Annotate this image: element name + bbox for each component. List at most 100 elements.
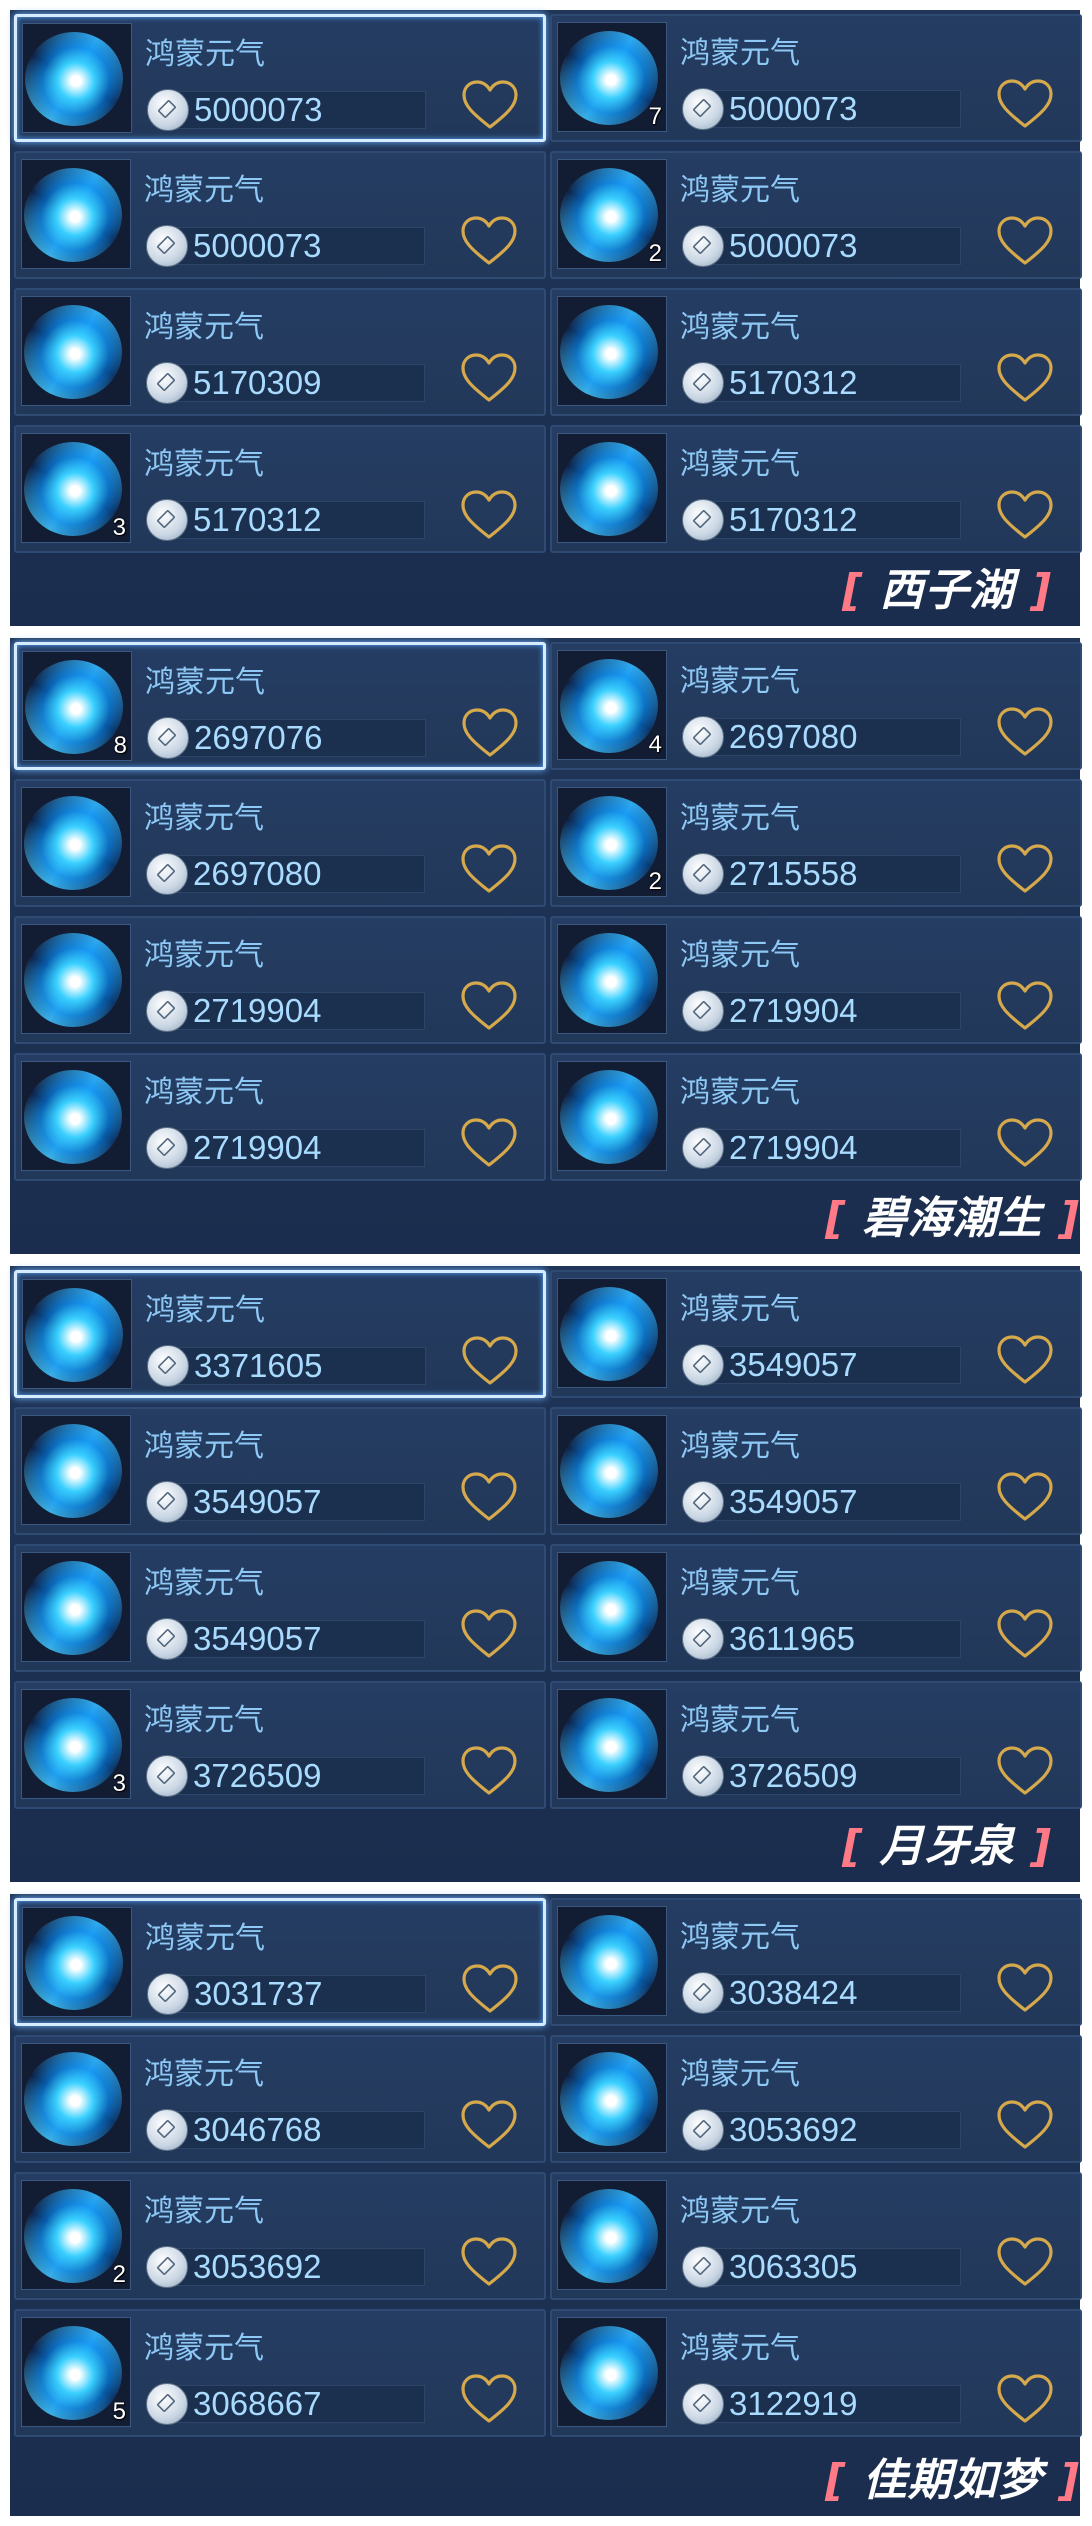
listing-card[interactable]: 鸿蒙元气 3053692 [550,2035,1082,2163]
spiral-energy-orb-icon [24,2189,122,2283]
heart-outline-icon[interactable] [995,2236,1055,2288]
listing-card[interactable]: 鸿蒙元气 2719904 [14,916,546,1044]
listing-card[interactable]: 鸿蒙元气 2697080 [14,779,546,907]
heart-outline-icon[interactable] [459,2373,519,2425]
heart-outline-icon[interactable] [995,1471,1055,1523]
heart-outline-icon[interactable] [995,352,1055,404]
listing-card[interactable]: 鸿蒙元气 3122919 [550,2309,1082,2437]
listing-card[interactable]: 3 鸿蒙元气 3726509 [14,1681,546,1809]
silver-coin-icon [682,88,724,130]
spiral-energy-orb-icon [560,305,658,399]
listing-card[interactable]: 鸿蒙元气 3031737 [14,1898,546,2026]
listing-card[interactable]: 7 鸿蒙元气 5000073 [550,14,1082,142]
item-price: 3549057 [193,1620,322,1657]
heart-outline-icon[interactable] [459,980,519,1032]
silver-coin-icon [682,1618,724,1660]
listing-card[interactable]: 鸿蒙元气 5170312 [550,425,1082,553]
listing-card[interactable]: 5 鸿蒙元气 3068667 [14,2309,546,2437]
item-icon-slot [557,2317,667,2427]
spiral-energy-orb-icon [560,168,658,262]
item-name: 鸿蒙元气 [145,1921,265,1956]
item-price: 5000073 [194,91,323,128]
heart-outline-icon[interactable] [459,2099,519,2151]
listing-card[interactable]: 3 鸿蒙元气 5170312 [14,425,546,553]
listing-card[interactable]: 鸿蒙元气 3549057 [14,1407,546,1535]
listing-card[interactable]: 鸿蒙元气 5170309 [14,288,546,416]
heart-outline-icon[interactable] [459,1117,519,1169]
item-icon-slot [22,23,132,133]
heart-outline-icon[interactable] [459,2236,519,2288]
listing-card[interactable]: 鸿蒙元气 3549057 [14,1544,546,1672]
heart-outline-icon[interactable] [459,1471,519,1523]
heart-outline-icon[interactable] [459,1745,519,1797]
server-panel-bihaichaosheng: 8 鸿蒙元气 2697076 4 鸿蒙元气 2697080 鸿蒙元气 2697080 2 鸿蒙元气… [10,638,1082,1254]
heart-outline-icon[interactable] [995,1334,1055,1386]
item-icon-slot [557,1906,667,2016]
listing-card[interactable]: 4 鸿蒙元气 2697080 [550,642,1082,770]
heart-outline-icon[interactable] [995,2373,1055,2425]
heart-outline-icon[interactable] [995,1117,1055,1169]
listing-card[interactable]: 2 鸿蒙元气 2715558 [550,779,1082,907]
listing-card[interactable]: 鸿蒙元气 2719904 [550,916,1082,1044]
listing-card[interactable]: 2 鸿蒙元气 3053692 [14,2172,546,2300]
heart-outline-icon[interactable] [995,843,1055,895]
listing-card[interactable]: 鸿蒙元气 5000073 [14,14,546,142]
heart-outline-icon[interactable] [459,215,519,267]
heart-outline-icon[interactable] [459,352,519,404]
listing-card[interactable]: 8 鸿蒙元气 2697076 [14,642,546,770]
item-price: 3726509 [193,1757,322,1794]
silver-coin-icon [146,853,188,895]
listing-card[interactable]: 鸿蒙元气 2719904 [550,1053,1082,1181]
heart-outline-icon[interactable] [995,78,1055,130]
silver-coin-icon [682,1755,724,1797]
item-price: 3549057 [729,1483,858,1520]
heart-outline-icon[interactable] [459,489,519,541]
heart-outline-icon[interactable] [995,1608,1055,1660]
listing-card[interactable]: 鸿蒙元气 3046768 [14,2035,546,2163]
spiral-energy-orb-icon [560,1070,658,1164]
listing-card[interactable]: 鸿蒙元气 3611965 [550,1544,1082,1672]
listing-card[interactable]: 鸿蒙元气 3038424 [550,1898,1082,2026]
listing-card[interactable]: 鸿蒙元气 3549057 [550,1270,1082,1398]
item-name: 鸿蒙元气 [145,37,265,72]
listing-card[interactable]: 2 鸿蒙元气 5000073 [550,151,1082,279]
item-price: 3031737 [194,1975,323,2012]
item-icon-slot [557,1061,667,1171]
spiral-energy-orb-icon [560,2052,658,2146]
item-name: 鸿蒙元气 [680,801,800,836]
heart-outline-icon[interactable] [995,980,1055,1032]
heart-outline-icon[interactable] [995,215,1055,267]
listing-card[interactable]: 鸿蒙元气 3063305 [550,2172,1082,2300]
heart-outline-icon[interactable] [995,1962,1055,2014]
heart-outline-icon[interactable] [460,79,520,131]
server-tag: [ 月牙泉 ] [842,1821,1052,1872]
listing-card[interactable]: 鸿蒙元气 5170312 [550,288,1082,416]
silver-coin-icon [682,716,724,758]
spiral-energy-orb-icon [560,659,658,753]
heart-outline-icon[interactable] [460,1963,520,2015]
heart-outline-icon[interactable] [995,1745,1055,1797]
silver-coin-icon [682,1972,724,2014]
listing-card[interactable]: 鸿蒙元气 5000073 [14,151,546,279]
heart-outline-icon[interactable] [459,1608,519,1660]
listing-card[interactable]: 鸿蒙元气 3726509 [550,1681,1082,1809]
item-name: 鸿蒙元气 [144,1075,264,1110]
listing-card[interactable]: 鸿蒙元气 2719904 [14,1053,546,1181]
heart-outline-icon[interactable] [995,489,1055,541]
heart-outline-icon[interactable] [995,2099,1055,2151]
spiral-energy-orb-icon [560,796,658,890]
item-price: 3371605 [194,1347,323,1384]
silver-coin-icon [146,1618,188,1660]
heart-outline-icon[interactable] [460,1335,520,1387]
silver-coin-icon [146,2109,188,2151]
heart-outline-icon[interactable] [459,843,519,895]
silver-coin-icon [146,1481,188,1523]
item-price: 2697080 [193,855,322,892]
listing-card[interactable]: 鸿蒙元气 3371605 [14,1270,546,1398]
listing-card[interactable]: 鸿蒙元气 3549057 [550,1407,1082,1535]
item-price: 3038424 [729,1974,858,2011]
item-price: 3611965 [729,1620,856,1657]
heart-outline-icon[interactable] [995,706,1055,758]
heart-outline-icon[interactable] [460,707,520,759]
item-name: 鸿蒙元气 [680,2194,800,2229]
